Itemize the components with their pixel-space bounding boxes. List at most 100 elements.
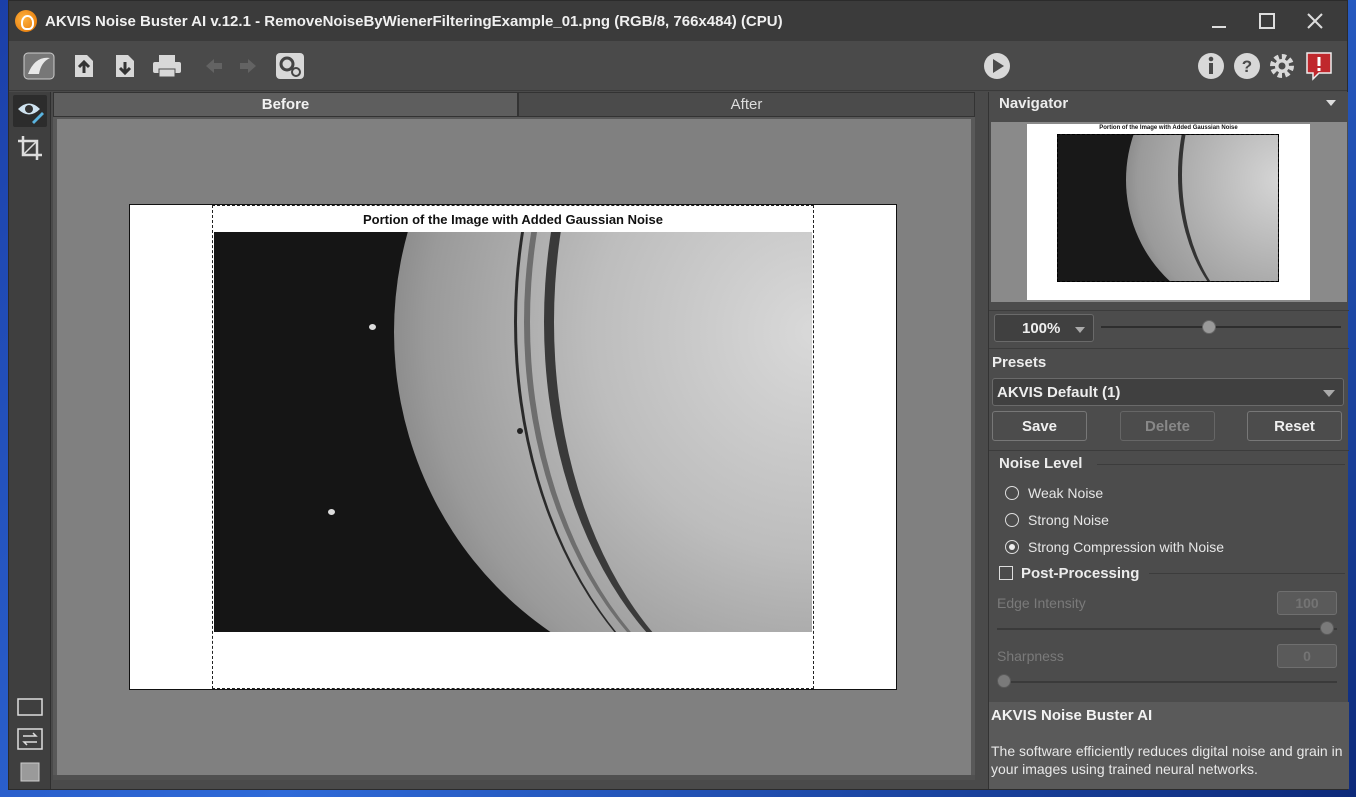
- batch-settings-button[interactable]: [273, 49, 307, 83]
- background-color-button[interactable]: [13, 759, 47, 785]
- window-controls: [1195, 1, 1339, 41]
- tab-before[interactable]: Before: [53, 92, 518, 117]
- app-window: AKVIS Noise Buster AI v.12.1 - RemoveNoi…: [8, 0, 1349, 790]
- settings-icon: [1270, 54, 1294, 78]
- info-description: The software efficiently reduces digital…: [991, 743, 1343, 777]
- edge-intensity-slider-track[interactable]: [997, 628, 1337, 630]
- maximize-icon: [1259, 13, 1275, 29]
- work-area: Before After Portion of the Image with A…: [53, 92, 975, 780]
- info-title: AKVIS Noise Buster AI: [991, 707, 1153, 724]
- help-button[interactable]: ?: [1230, 49, 1264, 83]
- batch-settings-icon: [276, 53, 304, 79]
- edge-intensity-field[interactable]: 100: [1277, 591, 1337, 615]
- image-canvas[interactable]: Portion of the Image with Added Gaussian…: [57, 119, 971, 775]
- notification-button[interactable]: [1302, 49, 1336, 83]
- redo-icon: [240, 59, 256, 73]
- zoom-row: 100%: [989, 310, 1349, 344]
- reset-preset-button[interactable]: Reset: [1247, 411, 1342, 441]
- close-button[interactable]: [1291, 1, 1339, 41]
- sharpness-slider-track[interactable]: [997, 681, 1337, 683]
- info-button[interactable]: [1194, 49, 1228, 83]
- post-processing-toggle[interactable]: Post-Processing: [999, 563, 1139, 583]
- moon-dot: [369, 324, 376, 330]
- presets-title: Presets: [992, 354, 1047, 371]
- akvis-home-button[interactable]: [21, 49, 57, 83]
- chevron-down-icon[interactable]: [1326, 100, 1336, 106]
- close-icon: [1307, 13, 1323, 29]
- sharpness-slider-knob[interactable]: [997, 674, 1011, 688]
- undo-button[interactable]: [197, 49, 231, 83]
- sharpness-label: Sharpness: [997, 648, 1064, 664]
- radio-label: Strong Noise: [1028, 512, 1109, 528]
- switch-view-button[interactable]: [13, 726, 47, 752]
- radio-weak-noise[interactable]: Weak Noise: [1005, 483, 1103, 503]
- chevron-down-icon: [1323, 390, 1335, 397]
- navigator-title: Navigator: [999, 95, 1069, 112]
- info-area: AKVIS Noise Buster AI The software effic…: [989, 702, 1349, 789]
- undo-icon: [206, 59, 222, 73]
- view-tool-button[interactable]: [13, 95, 47, 127]
- navigator-viewport-frame[interactable]: [1057, 134, 1279, 282]
- horizontal-scrollbar[interactable]: [53, 775, 975, 780]
- radio-label: Weak Noise: [1028, 485, 1104, 501]
- preset-selected-value: AKVIS Default (1): [997, 383, 1121, 401]
- zoom-select[interactable]: 100%: [994, 314, 1094, 342]
- zoom-slider-knob[interactable]: [1202, 320, 1216, 334]
- single-view-icon: [17, 698, 43, 716]
- edge-intensity-label: Edge Intensity: [997, 595, 1086, 611]
- crop-selection[interactable]: Portion of the Image with Added Gaussian…: [212, 205, 814, 689]
- single-view-button[interactable]: [13, 694, 47, 720]
- moon-dot: [328, 509, 335, 515]
- save-preset-button[interactable]: Save: [992, 411, 1087, 441]
- save-file-icon: [116, 55, 134, 77]
- radio-button-selected[interactable]: [1005, 540, 1019, 554]
- redo-button[interactable]: [231, 49, 265, 83]
- switch-view-icon: [17, 728, 43, 750]
- minimize-button[interactable]: [1195, 1, 1243, 41]
- settings-panel: Navigator Portion of the Image with Adde…: [988, 92, 1349, 789]
- print-button[interactable]: [150, 49, 184, 83]
- image-caption: Portion of the Image with Added Gaussian…: [363, 212, 663, 227]
- radio-strong-noise[interactable]: Strong Noise: [1005, 510, 1109, 530]
- open-file-icon: [75, 55, 93, 77]
- navigator-view[interactable]: Portion of the Image with Added Gaussian…: [991, 122, 1347, 302]
- left-toolbar: [9, 92, 51, 789]
- settings-button[interactable]: [1265, 49, 1299, 83]
- info-icon: [1198, 53, 1224, 79]
- zoom-value: 100%: [1022, 319, 1061, 337]
- save-file-button[interactable]: [108, 49, 142, 83]
- radio-button[interactable]: [1005, 513, 1019, 527]
- radio-button[interactable]: [1005, 486, 1019, 500]
- radio-strong-compression[interactable]: Strong Compression with Noise: [1005, 537, 1224, 557]
- radio-label: Strong Compression with Noise: [1028, 539, 1225, 555]
- preset-select[interactable]: AKVIS Default (1): [992, 378, 1344, 406]
- print-icon: [153, 55, 181, 78]
- open-file-button[interactable]: [67, 49, 101, 83]
- chevron-down-icon: [1075, 327, 1085, 333]
- akvis-home-icon: [23, 52, 55, 80]
- window-title: AKVIS Noise Buster AI v.12.1 - RemoveNoi…: [45, 12, 783, 30]
- delete-preset-button[interactable]: Delete: [1120, 411, 1215, 441]
- image-frame: Portion of the Image with Added Gaussian…: [129, 204, 897, 690]
- app-logo-icon: [15, 10, 37, 32]
- navigator-thumbnail: Portion of the Image with Added Gaussian…: [1027, 124, 1310, 300]
- post-processing-label: Post-Processing: [1021, 564, 1140, 582]
- run-icon: [984, 53, 1010, 79]
- noise-level-title: Noise Level: [999, 455, 1083, 472]
- moon-shadow-dot: [517, 428, 523, 434]
- sharpness-field[interactable]: 0: [1277, 644, 1337, 668]
- crop-tool-button[interactable]: [13, 132, 47, 164]
- title-bar: AKVIS Noise Buster AI v.12.1 - RemoveNoi…: [9, 1, 1347, 41]
- tab-after[interactable]: After: [518, 92, 975, 117]
- crop-icon: [18, 136, 42, 160]
- notification-icon: [1306, 52, 1332, 81]
- edge-intensity-slider-knob[interactable]: [1320, 621, 1334, 635]
- view-tabs: Before After: [53, 92, 975, 117]
- zoom-slider-track[interactable]: [1101, 326, 1341, 328]
- post-processing-checkbox[interactable]: [999, 566, 1013, 580]
- svg-text:?: ?: [1242, 57, 1252, 76]
- navigator-caption: Portion of the Image with Added Gaussian…: [1099, 125, 1238, 131]
- maximize-button[interactable]: [1243, 1, 1291, 41]
- run-button[interactable]: [980, 49, 1014, 83]
- main-toolbar: ?: [9, 41, 1347, 91]
